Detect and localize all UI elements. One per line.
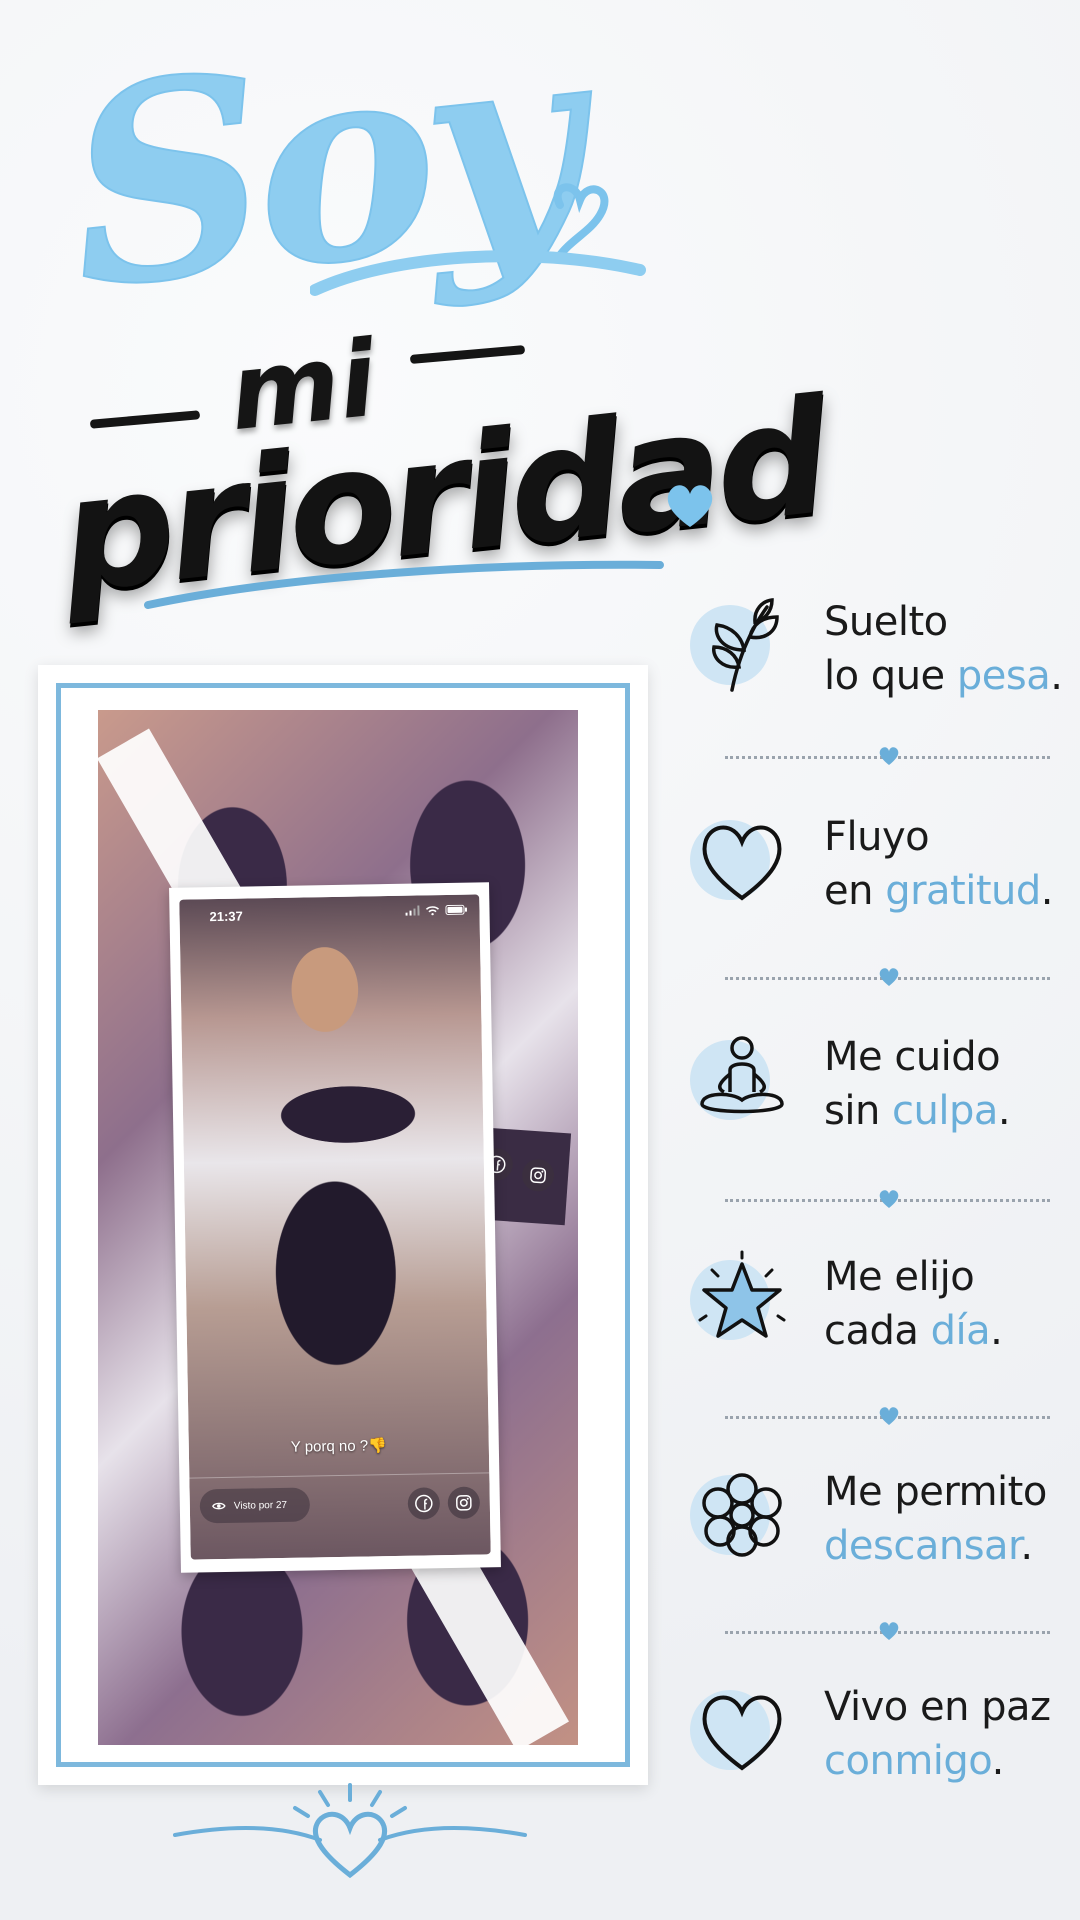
affirmation-line2: lo que pesa. [824, 649, 1063, 703]
separator-heart-icon [879, 1190, 899, 1208]
affirmation-accent: gratitud [885, 868, 1041, 914]
battery-icon [445, 904, 468, 915]
story-caption: Y porq no ?👎 [290, 1437, 387, 1456]
title-dash-right [409, 345, 526, 364]
story-screenshot: 21:37 Y porq no ?👎 Visto por 27 [169, 882, 501, 1573]
affirmation-line2: conmigo. [824, 1734, 1051, 1788]
separator-heart-icon [879, 1407, 899, 1425]
affirmation-line2-pre: sin [824, 1088, 893, 1134]
affirmation-line2-post: . [1020, 1523, 1033, 1569]
dotted-separator [725, 1622, 1050, 1642]
instagram-share-icon[interactable] [447, 1486, 481, 1520]
blue-swoosh-top [310, 250, 646, 296]
affirmation-text: Suelto lo que pesa. [824, 595, 1063, 703]
affirmation-line2-pre: cada [824, 1308, 931, 1354]
affirmation-line2-post: . [1050, 653, 1063, 699]
affirmation-line1: Fluyo [824, 814, 930, 860]
affirmation-item: Vivo en paz conmigo. [680, 1670, 1070, 1790]
story-divider [189, 1472, 490, 1479]
affirmation-text: Me permito descansar. [824, 1465, 1047, 1573]
dotted-separator [725, 1407, 1050, 1427]
separator-heart-icon [879, 1622, 899, 1640]
title-dash-left [89, 410, 201, 429]
affirmation-line2-post: . [990, 1308, 1003, 1354]
views-button[interactable]: Visto por 27 [199, 1487, 311, 1524]
affirmation-line1: Me elijo [824, 1254, 975, 1300]
affirmation-text: Me elijo cada día. [824, 1250, 1003, 1358]
views-label: Visto por 27 [233, 1499, 288, 1512]
meditation-icon [700, 1036, 784, 1114]
signal-icon [405, 905, 420, 916]
facebook-share-icon[interactable] [407, 1487, 441, 1520]
status-time: 21:37 [209, 908, 243, 925]
leaf-icon [712, 598, 779, 692]
title-lettering: Soy mi prioridad [30, 0, 832, 630]
eye-icon [212, 1502, 226, 1510]
heart-small-icon [667, 485, 713, 527]
separator-heart-icon [879, 747, 899, 765]
affirmation-line2: cada día. [824, 1304, 1003, 1358]
affirmation-line2-post: . [991, 1738, 1005, 1784]
affirmation-accent: pesa [956, 653, 1051, 699]
affirmation-accent: culpa [892, 1088, 998, 1134]
affirmation-text: Vivo en paz conmigo. [824, 1680, 1051, 1788]
affirmation-text: Me cuido sin culpa. [824, 1030, 1011, 1138]
flower-icon [702, 1473, 782, 1557]
instagram-icon[interactable] [521, 1158, 556, 1193]
affirmation-line1: Me cuido [824, 1034, 1001, 1080]
story-photo: 21:37 Y porq no ?👎 Visto por 27 [179, 894, 491, 1560]
heart-icon [702, 825, 782, 901]
affirmation-item: Me permito descansar. [680, 1455, 1070, 1575]
dotted-separator [725, 968, 1050, 988]
heart-icon [702, 1695, 782, 1771]
affirmation-line2-post: . [997, 1088, 1011, 1134]
blue-swoosh-bottom [144, 560, 664, 609]
affirmation-item: Me cuido sin culpa. [680, 1020, 1070, 1140]
affirmation-line2: en gratitud. [824, 864, 1053, 918]
affirmation-line1: Suelto [824, 599, 948, 645]
affirmation-accent: día [930, 1308, 991, 1354]
affirmation-accent: conmigo [824, 1738, 992, 1784]
star-icon [698, 1250, 786, 1338]
affirmation-line1: Me permito [824, 1469, 1047, 1515]
affirmation-item: Fluyo en gratitud. [680, 800, 1070, 920]
bottom-heart-ornament [173, 1783, 527, 1879]
wifi-icon [425, 906, 440, 916]
dotted-separator [725, 1190, 1050, 1210]
affirmation-item: Me elijo cada día. [680, 1240, 1070, 1360]
affirmation-accent: descansar [824, 1523, 1021, 1569]
affirmation-item: Suelto lo que pesa. [680, 585, 1070, 705]
affirmation-line2: sin culpa. [824, 1084, 1011, 1138]
affirmation-line2: descansar. [824, 1519, 1047, 1573]
affirmation-text: Fluyo en gratitud. [824, 810, 1053, 918]
status-icons [405, 904, 468, 916]
affirmation-line2-post: . [1040, 868, 1054, 914]
affirmation-line1: Vivo en paz [824, 1684, 1051, 1730]
affirmation-line2-pre: en [824, 868, 886, 914]
affirmation-line2-pre: lo que [824, 653, 957, 699]
separator-heart-icon [879, 968, 899, 986]
dotted-separator [725, 747, 1050, 767]
